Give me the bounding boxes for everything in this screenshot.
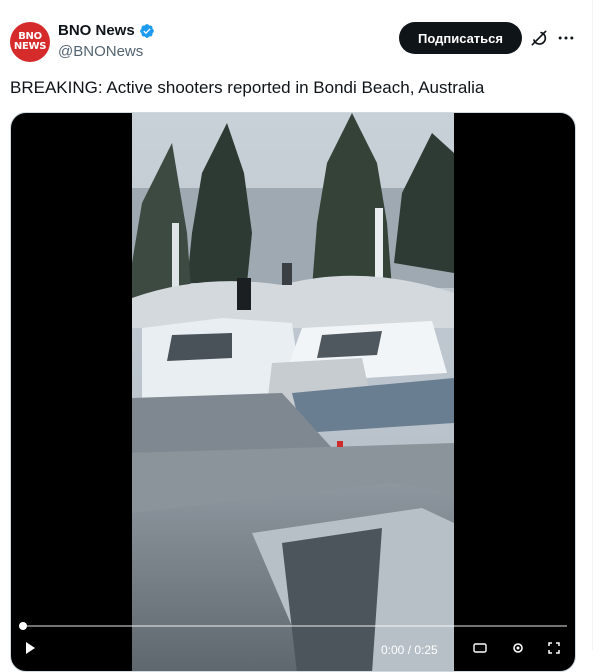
video-player[interactable]: 0:00 / 0:25 <box>10 112 576 672</box>
author-name-row: BNO News <box>58 22 155 39</box>
display-name[interactable]: BNO News <box>58 22 135 39</box>
author-handle[interactable]: @BNONews <box>58 43 143 60</box>
video-still-image <box>132 113 454 671</box>
more-icon[interactable] <box>556 28 576 48</box>
subscribe-button[interactable]: Подписаться <box>399 22 522 54</box>
verified-badge-icon[interactable] <box>139 23 155 39</box>
grok-icon[interactable] <box>529 28 549 48</box>
avatar-logo: BNO NEWS <box>13 31 47 52</box>
column-divider <box>592 0 593 650</box>
play-icon[interactable] <box>23 641 37 655</box>
settings-icon[interactable] <box>511 641 525 655</box>
video-timecode: 0:00 / 0:25 <box>381 643 438 657</box>
video-progress-bar[interactable] <box>19 625 567 627</box>
avatar[interactable]: BNO NEWS <box>10 22 50 62</box>
fullscreen-icon[interactable] <box>547 641 561 655</box>
video-scrubber-handle[interactable] <box>19 622 27 630</box>
subtitles-icon[interactable] <box>473 641 487 655</box>
video-frame[interactable] <box>132 113 454 671</box>
tweet-text: BREAKING: Active shooters reported in Bo… <box>10 78 485 97</box>
